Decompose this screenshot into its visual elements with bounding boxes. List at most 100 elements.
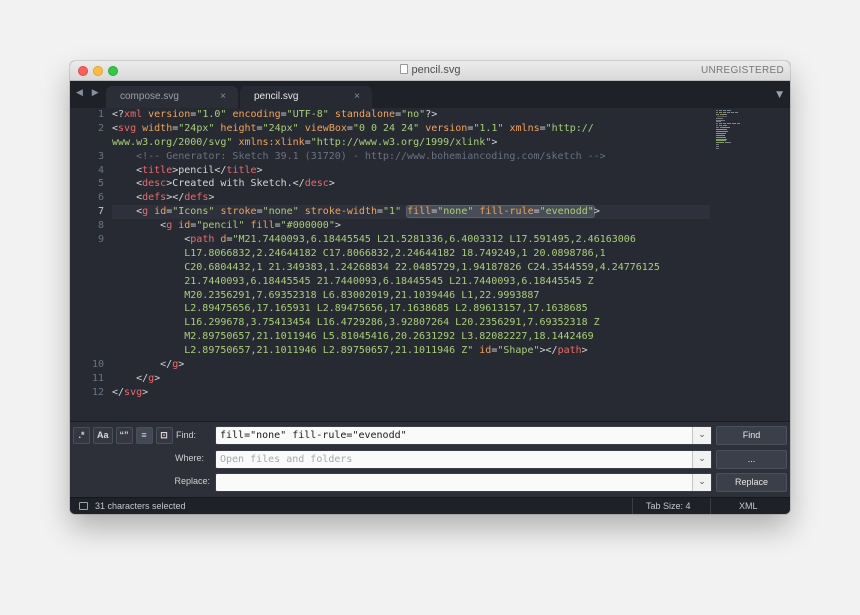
code-punctuation: > xyxy=(154,372,161,384)
code-line[interactable]: </g> xyxy=(112,358,710,372)
line-number xyxy=(70,275,104,289)
selection-status: 31 characters selected xyxy=(95,501,186,511)
tab-close-icon[interactable]: × xyxy=(220,91,226,102)
code-attribute: stroke xyxy=(220,206,257,218)
syntax-indicator[interactable]: XML xyxy=(739,501,758,511)
code-line[interactable]: <g id="Icons" stroke="none" stroke-width… xyxy=(112,205,710,220)
status-bar: 31 characters selected Tab Size: 4 XML xyxy=(70,497,790,514)
replace-label: Replace: xyxy=(174,476,210,486)
code-tag-name: svg xyxy=(124,386,143,398)
tab-size-indicator[interactable]: Tab Size: 4 xyxy=(646,501,691,511)
code-line[interactable]: <svg width="24px" height="24px" viewBox=… xyxy=(112,122,710,136)
where-browse-button[interactable]: ... xyxy=(716,450,787,469)
code-punctuation: </ xyxy=(112,359,173,371)
find-input[interactable]: fill="none" fill-rule="evenodd" xyxy=(215,426,712,445)
tab-nav-arrows-icon[interactable]: ◀ ▶ xyxy=(76,88,102,98)
minimap-stroke xyxy=(718,148,719,149)
minimap-stroke xyxy=(729,123,731,125)
code-text-area[interactable]: <?xml version="1.0" encoding="UTF-8" sta… xyxy=(112,108,710,421)
replace-input[interactable] xyxy=(215,473,712,492)
tab-list-dropdown-icon[interactable]: ▼ xyxy=(776,90,783,100)
code-string: L17.8066832,2.24644182 C17.8066832,2.246… xyxy=(112,247,606,259)
minimap-stroke xyxy=(716,140,727,142)
whole-word-toggle-button[interactable]: “” xyxy=(115,427,133,444)
minimap-stroke xyxy=(716,129,727,130)
code-line[interactable]: <?xml version="1.0" encoding="UTF-8" sta… xyxy=(112,108,710,122)
code-punctuation: </ xyxy=(112,372,149,384)
code-string: "Icons" xyxy=(172,206,215,218)
where-input[interactable]: Open files and folders xyxy=(215,450,712,469)
minimap-stroke xyxy=(717,111,718,113)
code-tag-name: desc xyxy=(304,178,329,190)
code-attribute: fill xyxy=(407,206,432,218)
tab-bar: ◀ ▶ compose.svg × pencil.svg × ▼ xyxy=(70,81,790,108)
minimap-stroke xyxy=(716,132,727,134)
find-label: Find: xyxy=(175,430,196,440)
code-line[interactable]: <g id="pencil" fill="#000000"> xyxy=(112,219,710,233)
tab-compose-svg[interactable]: compose.svg × xyxy=(106,86,238,108)
code-tag-name: svg xyxy=(118,122,137,134)
code-line[interactable]: L2.89475656,17.165931 L2.89475656,17.163… xyxy=(112,302,710,316)
case-sensitive-toggle-button[interactable]: Aa xyxy=(93,427,113,444)
minimap-stroke xyxy=(725,111,726,113)
code-line[interactable]: www.w3.org/2000/svg" xmlns:xlink="http:/… xyxy=(112,136,710,150)
code-attribute: standalone xyxy=(334,109,396,120)
code-punctuation: < xyxy=(112,234,191,246)
minimap-stroke xyxy=(721,127,731,129)
code-line[interactable]: <title>pencil</title> xyxy=(112,164,710,178)
search-options: .* Aa “” ≡ ⊡ xyxy=(73,427,173,444)
code-punctuation: ></ xyxy=(539,345,558,357)
code-line[interactable]: <path d="M21.7440093,6.18445545 L21.5281… xyxy=(112,233,710,247)
minimap-stroke xyxy=(717,125,719,127)
code-string: "1" xyxy=(383,206,402,218)
where-dropdown-icon[interactable]: ⌄ xyxy=(692,451,711,468)
code-attribute: height xyxy=(220,122,257,134)
find-button[interactable]: Find xyxy=(716,426,787,445)
minimap-stroke xyxy=(729,142,731,144)
code-editor[interactable]: 1 2 3 4 5 6 7 8 9 10 11 12 <?xml version="1.0" enco… xyxy=(70,108,790,421)
code-line[interactable]: M20.2356291,7.69352318 L6.83002019,21.10… xyxy=(112,289,710,303)
code-line[interactable]: </g> xyxy=(112,372,710,386)
code-attribute: fill xyxy=(250,220,275,232)
code-attribute: encoding xyxy=(232,109,281,120)
panel-toggle-icon[interactable] xyxy=(79,502,88,510)
code-text: pencil xyxy=(178,164,215,176)
minimap[interactable] xyxy=(716,110,786,152)
tab-pencil-svg[interactable]: pencil.svg × xyxy=(240,86,372,108)
minimap-stroke xyxy=(721,110,722,111)
tab-close-icon[interactable]: × xyxy=(354,91,360,102)
code-line[interactable]: L2.89750657,21.1011946 L2.89750657,21.10… xyxy=(112,344,710,358)
code-line[interactable]: </svg> xyxy=(112,386,710,400)
replace-history-dropdown-icon[interactable]: ⌄ xyxy=(692,474,711,491)
find-history-dropdown-icon[interactable]: ⌄ xyxy=(692,427,711,444)
minimap-stroke xyxy=(716,134,726,136)
minimap-stroke xyxy=(726,125,728,127)
code-string: "M21.7440093,6.18445545 L21.5281336,6.40… xyxy=(232,234,636,246)
minimap-stroke xyxy=(725,113,727,115)
line-number xyxy=(70,289,104,303)
regex-toggle-button[interactable]: .* xyxy=(73,427,90,444)
window-title: pencil.svg xyxy=(70,64,790,76)
replace-button[interactable]: Replace xyxy=(716,473,787,492)
code-line[interactable]: L16.299678,3.75413454 L16.4729286,3.9280… xyxy=(112,316,710,330)
code-line[interactable]: C20.6804432,1 21.349383,1.24268834 22.04… xyxy=(112,261,710,275)
line-number: 4 xyxy=(97,164,104,176)
minimap-stroke xyxy=(737,111,739,113)
minimap-stroke xyxy=(721,125,723,127)
code-tag-name: title xyxy=(226,164,257,176)
document-icon xyxy=(399,64,408,74)
code-string: "UTF-8" xyxy=(286,109,329,120)
code-punctuation: > xyxy=(593,206,600,218)
show-context-toggle-button[interactable]: ≡ xyxy=(135,427,153,444)
line-number xyxy=(70,136,104,150)
code-line[interactable]: <defs></defs> xyxy=(112,191,710,205)
code-attribute: id xyxy=(154,206,167,218)
code-line[interactable]: L17.8066832,2.24644182 C17.8066832,2.246… xyxy=(112,247,710,261)
code-line[interactable]: <!-- Generator: Sketch 39.1 (31720) - ht… xyxy=(112,150,710,164)
code-line[interactable]: 21.7440093,6.18445545 21.7440093,6.18445… xyxy=(112,275,710,289)
code-tag-name: xml xyxy=(124,109,143,120)
minimap-stroke xyxy=(717,110,718,111)
code-line[interactable]: M2.89750657,21.1011946 L5.81045416,20.26… xyxy=(112,330,710,344)
code-string: L2.89750657,21.1011946 L2.89750657,21.10… xyxy=(112,345,474,357)
code-line[interactable]: <desc>Created with Sketch.</desc> xyxy=(112,177,710,191)
